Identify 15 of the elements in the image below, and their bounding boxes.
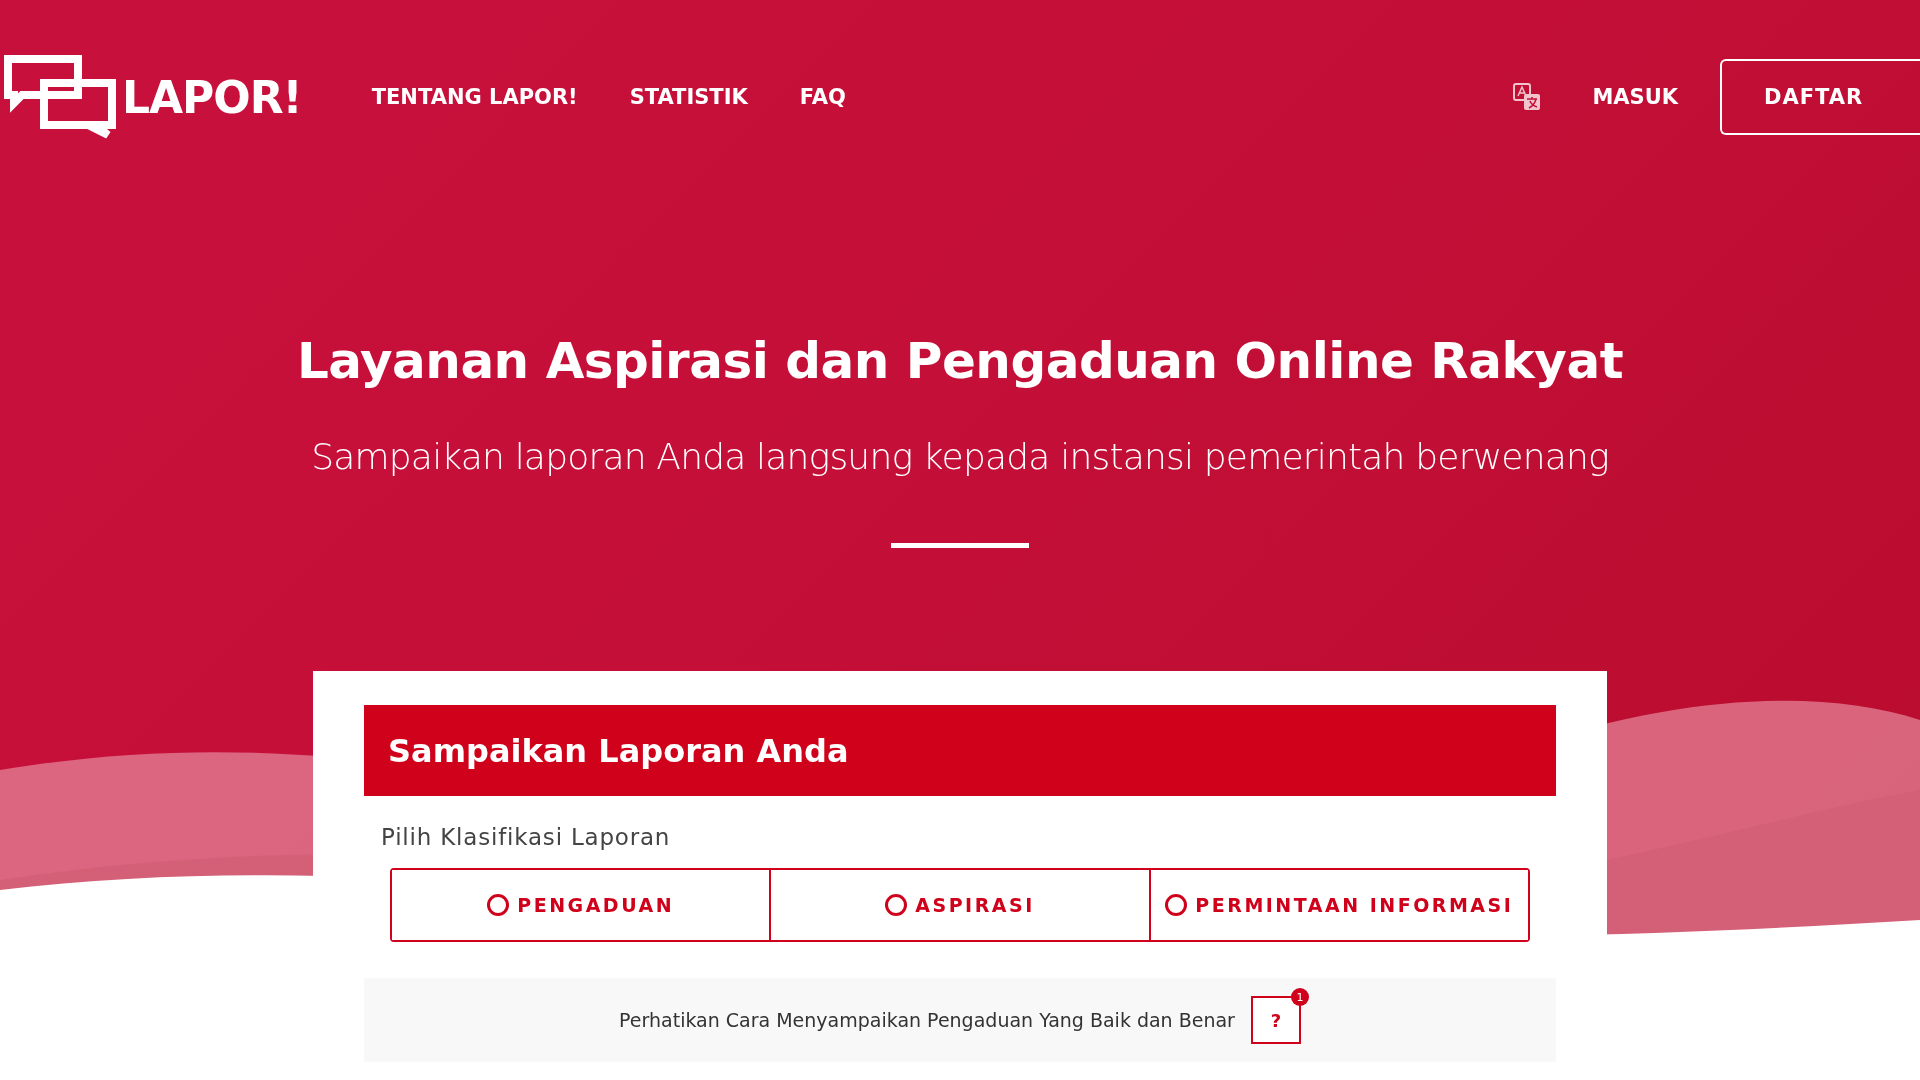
notice-text: Perhatikan Cara Menyampaikan Pengaduan Yang Baik dan Benar [619,1009,1235,1031]
nav-link[interactable]: FAQ [799,85,846,109]
chat-bubbles-icon [4,55,116,139]
nav-link[interactable]: TENTANG LAPOR! [371,85,578,109]
logo-text: LAPOR! [122,71,302,123]
login-link[interactable]: MASUK [1592,85,1678,109]
classification-option[interactable]: PERMINTAAN INFORMASI [1148,870,1528,940]
classification-label: Pilih Klasifikasi Laporan [381,824,672,850]
hero-subtitle: Sampaikan laporan Anda langsung kepada instansi pemerintah berwenang [311,436,1609,477]
register-button[interactable]: DAFTAR [1720,59,1920,135]
notification-badge: 1 [1290,988,1309,1006]
nav-link[interactable]: STATISTIK [629,85,748,109]
translate-icon[interactable] [1512,82,1543,112]
form-title: Sampaikan Laporan Anda [364,705,1556,796]
hero-title: Layanan Aspirasi dan Pengaduan Online Rakyat [296,332,1624,390]
